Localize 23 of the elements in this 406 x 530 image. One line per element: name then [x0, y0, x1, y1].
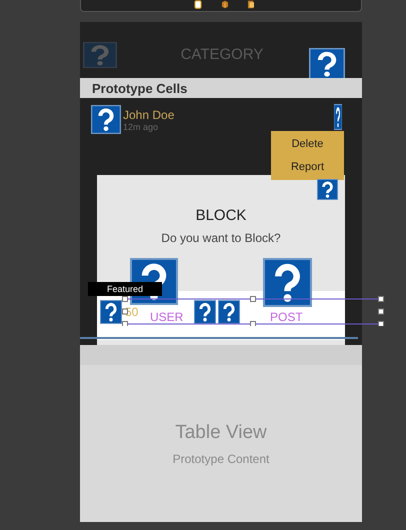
featured-label: Featured: [88, 282, 162, 296]
question-mark-icon: [263, 258, 312, 307]
post-time: 12m ago: [123, 122, 160, 134]
question-mark-icon: [334, 104, 342, 130]
menu-item[interactable]: Delete: [292, 138, 324, 150]
user-name: John Doe: [123, 108, 176, 123]
dialog-message: Do you want to Block?: [160, 231, 282, 247]
question-mark-icon: [194, 300, 216, 324]
question-mark-icon: [83, 42, 117, 68]
question-mark-icon: [218, 300, 240, 324]
table-view-title: Table View: [174, 422, 268, 445]
table-view-subtitle: Prototype Content: [172, 452, 270, 468]
menu-item[interactable]: Report: [290, 160, 324, 173]
category-title: CATEGORY: [180, 46, 264, 65]
question-mark-icon: [100, 300, 122, 324]
question-mark-icon: [91, 105, 121, 134]
question-mark-icon: [309, 48, 345, 80]
question-mark-icon: [317, 179, 338, 200]
cube-icon[interactable]: [220, 0, 230, 9]
section-header: Prototype Cells: [80, 78, 362, 98]
dialog-title: BLOCK: [194, 207, 248, 226]
view-controller-icon[interactable]: [193, 0, 203, 9]
exit-icon[interactable]: [246, 0, 256, 9]
